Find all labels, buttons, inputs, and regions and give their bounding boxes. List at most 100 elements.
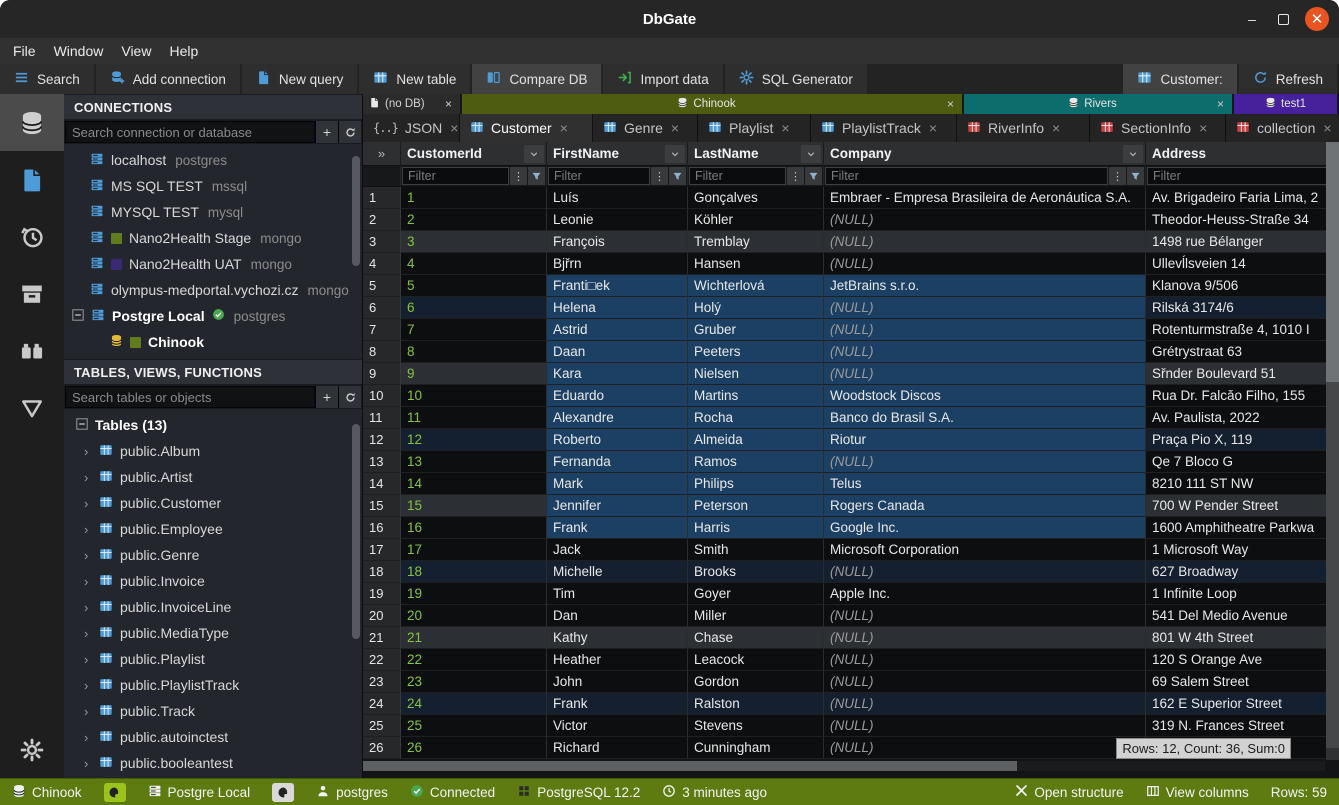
cell-company[interactable]: (NULL) <box>824 231 1146 253</box>
row-number[interactable]: 14 <box>363 473 401 495</box>
row-number[interactable]: 7 <box>363 319 401 341</box>
status-3-minutes-ago[interactable]: 3 minutes ago <box>662 784 767 801</box>
cell-firstname[interactable]: Dan <box>547 605 688 627</box>
cell-company[interactable]: Riotur <box>824 429 1146 451</box>
row-number[interactable]: 26 <box>363 737 401 759</box>
cell-firstname[interactable]: Victor <box>547 715 688 737</box>
row-number[interactable]: 4 <box>363 253 401 275</box>
cell-company[interactable]: (NULL) <box>824 319 1146 341</box>
cell-lastname[interactable]: Hansen <box>688 253 824 275</box>
cell-company[interactable]: Rogers Canada <box>824 495 1146 517</box>
add-table-plus-button[interactable]: + <box>315 386 338 408</box>
cell-customerid[interactable]: 4 <box>401 253 547 275</box>
connection-ms-sql-test[interactable]: MS SQL TESTmssql <box>64 173 362 199</box>
filter-menu-kebab-icon[interactable]: ⋮ <box>651 167 668 185</box>
tab-riverinfo[interactable]: RiverInfo× <box>957 114 1090 142</box>
activity-widgets-icon[interactable] <box>0 322 64 379</box>
title-bar[interactable]: DbGate – ✕ <box>0 0 1339 38</box>
activity-archive-icon[interactable] <box>0 265 64 322</box>
column-menu-chevron-down-icon[interactable] <box>801 145 821 163</box>
status-connected[interactable]: Connected <box>410 784 495 801</box>
close-icon[interactable]: × <box>945 97 956 111</box>
status-postgres[interactable]: postgres <box>316 784 388 801</box>
cell-address[interactable]: 700 W Pender Street <box>1146 495 1339 517</box>
connection-postgre-local[interactable]: Postgre Localpostgres <box>64 303 362 329</box>
status-view-columns[interactable]: View columns <box>1146 784 1249 801</box>
connection-nano2health-stage[interactable]: Nano2Health Stagemongo <box>64 225 362 251</box>
close-icon[interactable]: × <box>560 120 568 136</box>
connection-mysql-test[interactable]: MYSQL TESTmysql <box>64 199 362 225</box>
table-public-employee[interactable]: ›public.Employee <box>64 516 362 542</box>
tables-refresh-button[interactable] <box>338 386 361 408</box>
cell-customerid[interactable]: 9 <box>401 363 547 385</box>
new-query-button[interactable]: New query <box>242 64 358 94</box>
chevron-right-icon[interactable]: › <box>84 522 92 537</box>
cell-lastname[interactable]: Gonçalves <box>688 187 824 209</box>
column-menu-chevron-down-icon[interactable] <box>1123 145 1143 163</box>
cell-firstname[interactable]: Eduardo <box>547 385 688 407</box>
chevron-right-icon[interactable]: › <box>84 600 92 615</box>
cell-firstname[interactable]: Franti□ek <box>547 275 688 297</box>
chevron-right-icon[interactable]: › <box>84 574 92 589</box>
column-header-address[interactable]: Address <box>1146 142 1339 165</box>
column-header-firstname[interactable]: FirstName <box>547 142 688 165</box>
cell-company[interactable]: Telus <box>824 473 1146 495</box>
cell-company[interactable]: (NULL) <box>824 341 1146 363</box>
sql-generator-button[interactable]: SQL Generator <box>725 64 867 94</box>
close-icon[interactable]: × <box>1052 120 1060 136</box>
cell-address[interactable]: Sřnder Boulevard 51 <box>1146 363 1339 385</box>
cell-customerid[interactable]: 6 <box>401 297 547 319</box>
cell-customerid[interactable]: 11 <box>401 407 547 429</box>
cell-customerid[interactable]: 21 <box>401 627 547 649</box>
cell-firstname[interactable]: Roberto <box>547 429 688 451</box>
table-public-invoiceline[interactable]: ›public.InvoiceLine <box>64 594 362 620</box>
chevron-right-icon[interactable]: › <box>84 652 92 667</box>
cell-company[interactable]: (NULL) <box>824 627 1146 649</box>
cell-lastname[interactable]: Peterson <box>688 495 824 517</box>
table-public-invoice[interactable]: ›public.Invoice <box>64 568 362 594</box>
column-menu-chevron-down-icon[interactable] <box>524 145 544 163</box>
cell-customerid[interactable]: 22 <box>401 649 547 671</box>
cell-company[interactable]: (NULL) <box>824 737 1146 759</box>
cell-lastname[interactable]: Köhler <box>688 209 824 231</box>
cell-lastname[interactable]: Goyer <box>688 583 824 605</box>
tab-playlisttrack[interactable]: PlaylistTrack× <box>811 114 957 142</box>
table-public-album[interactable]: ›public.Album <box>64 438 362 464</box>
cell-firstname[interactable]: Tim <box>547 583 688 605</box>
cell-customerid[interactable]: 2 <box>401 209 547 231</box>
cell-lastname[interactable]: Smith <box>688 539 824 561</box>
table-public-booleantest[interactable]: ›public.booleantest <box>64 750 362 776</box>
close-icon[interactable]: × <box>671 120 679 136</box>
filter-funnel-icon[interactable] <box>528 167 545 185</box>
filter-input-customerid[interactable] <box>402 167 509 185</box>
cell-lastname[interactable]: Gruber <box>688 319 824 341</box>
cell-lastname[interactable]: Martins <box>688 385 824 407</box>
cell-lastname[interactable]: Harris <box>688 517 824 539</box>
cell-customerid[interactable]: 20 <box>401 605 547 627</box>
cell-lastname[interactable]: Chase <box>688 627 824 649</box>
cell-address[interactable]: 120 S Orange Ave <box>1146 649 1339 671</box>
cell-address[interactable]: Klanova 9/506 <box>1146 275 1339 297</box>
cell-address[interactable]: Praça Pio X, 119 <box>1146 429 1339 451</box>
chevron-right-icon[interactable]: › <box>84 756 92 771</box>
compare-db-button[interactable]: Compare DB <box>472 64 601 94</box>
cell-firstname[interactable]: Kathy <box>547 627 688 649</box>
row-number[interactable]: 20 <box>363 605 401 627</box>
chevron-right-icon[interactable]: › <box>84 730 92 745</box>
filter-menu-kebab-icon[interactable]: ⋮ <box>510 167 527 185</box>
close-icon[interactable]: × <box>1215 97 1226 111</box>
chevron-right-icon[interactable]: › <box>84 704 92 719</box>
cell-firstname[interactable]: Fernanda <box>547 451 688 473</box>
cell-company[interactable]: JetBrains s.r.o. <box>824 275 1146 297</box>
cell-customerid[interactable]: 25 <box>401 715 547 737</box>
cell-firstname[interactable]: Frank <box>547 693 688 715</box>
cell-address[interactable]: 8210 111 ST NW <box>1146 473 1339 495</box>
cell-firstname[interactable]: Helena <box>547 297 688 319</box>
vertical-scrollbar[interactable] <box>1326 142 1339 760</box>
cell-firstname[interactable]: Michelle <box>547 561 688 583</box>
cell-lastname[interactable]: Ramos <box>688 451 824 473</box>
expand-columns-button[interactable]: » <box>363 142 401 165</box>
cell-firstname[interactable]: Jack <box>547 539 688 561</box>
cell-company[interactable]: (NULL) <box>824 209 1146 231</box>
row-number[interactable]: 11 <box>363 407 401 429</box>
